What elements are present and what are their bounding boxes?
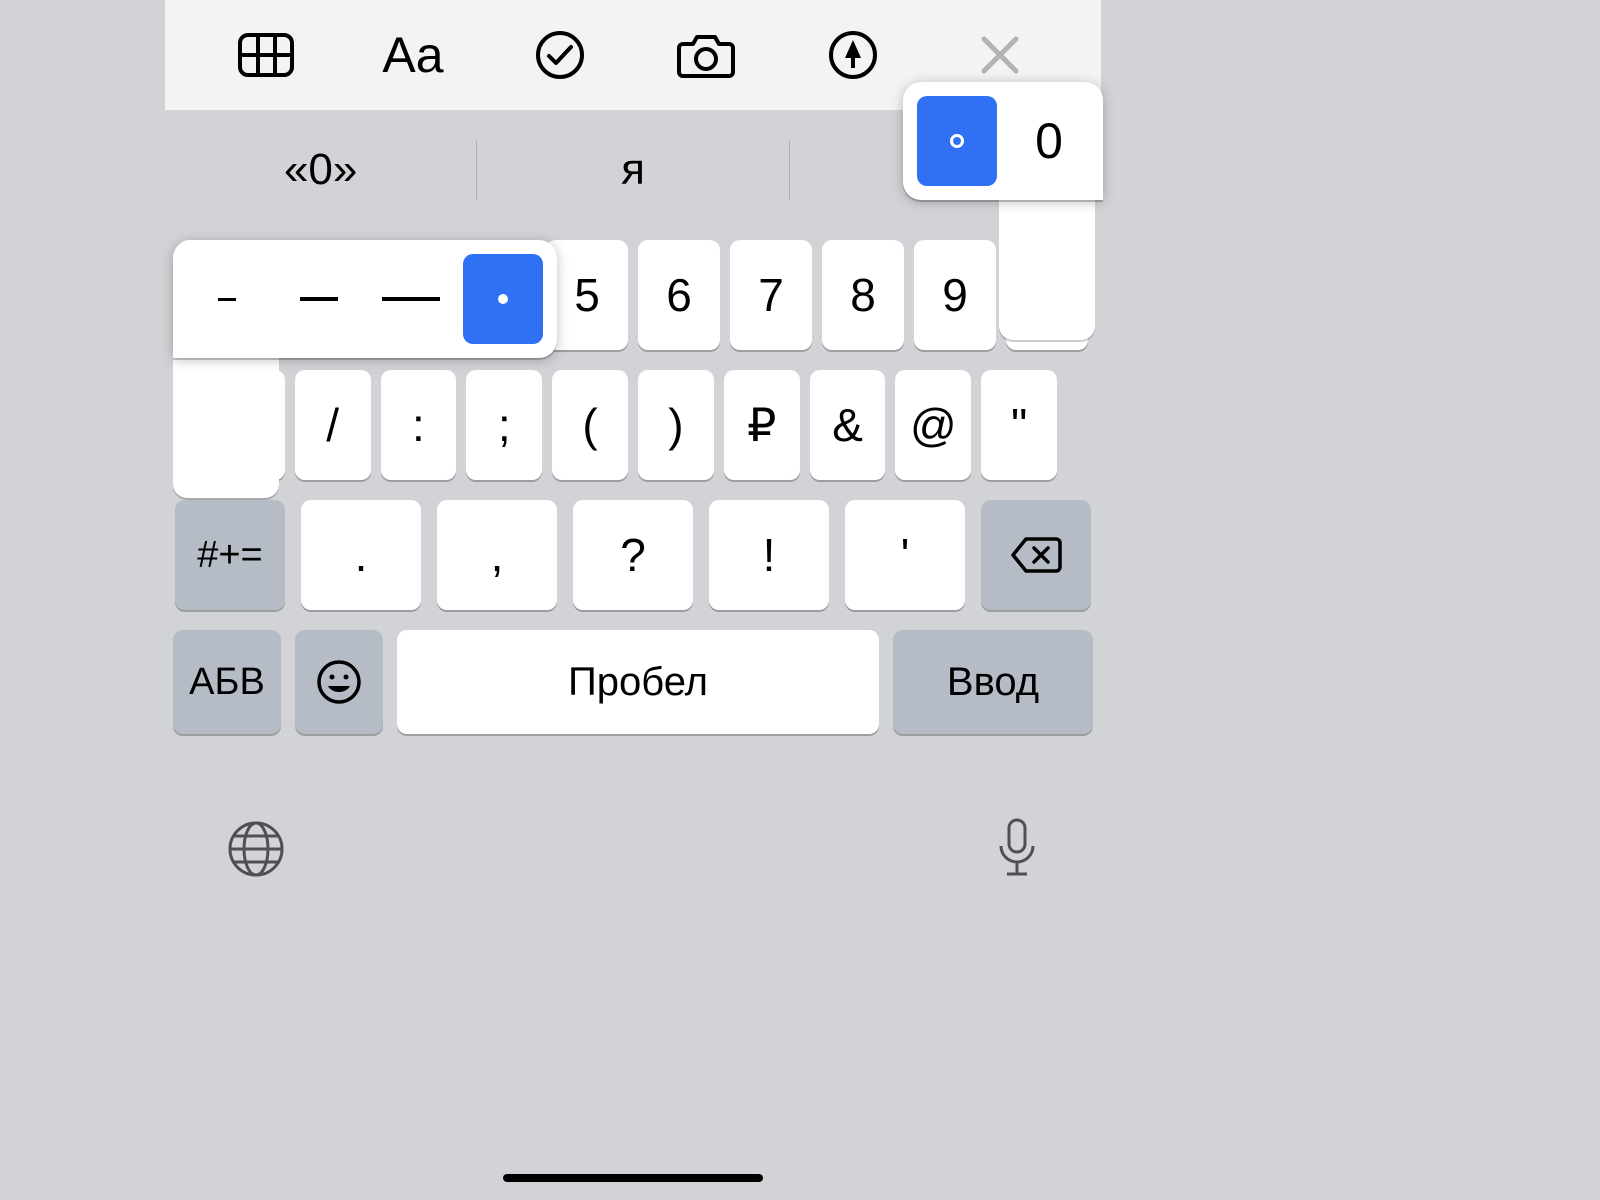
popup-option-degree[interactable]: [917, 96, 997, 186]
suggestion-left[interactable]: «0»: [165, 145, 476, 195]
key-comma[interactable]: ,: [437, 500, 557, 610]
key-switch-letters[interactable]: АБВ: [173, 630, 281, 734]
key-at[interactable]: @: [895, 370, 971, 480]
markup-pen-icon[interactable]: [823, 25, 883, 85]
key-9[interactable]: 9: [914, 240, 996, 350]
key-exclaim[interactable]: !: [709, 500, 829, 610]
key-space[interactable]: Пробел: [397, 630, 879, 734]
popup-option-zero[interactable]: 0: [1009, 96, 1089, 186]
key-7[interactable]: 7: [730, 240, 812, 350]
key-emoji[interactable]: [295, 630, 383, 734]
key-quote[interactable]: ": [981, 370, 1057, 480]
keyboard-row-3: #+= . , ? ! ': [173, 500, 1093, 610]
keyboard: 0 1 2 3 4 5 6 7 8 9 0 -: [165, 230, 1101, 774]
popup-stem: [999, 190, 1095, 340]
table-icon[interactable]: [236, 25, 296, 85]
key-paren-open[interactable]: (: [552, 370, 628, 480]
popup-option-hyphen[interactable]: [187, 254, 267, 344]
key-more-symbols[interactable]: #+=: [175, 500, 285, 610]
popup-option-bullet[interactable]: [463, 254, 543, 344]
key-slash[interactable]: /: [295, 370, 371, 480]
key-5[interactable]: 5: [546, 240, 628, 350]
backspace-icon: [1010, 536, 1062, 574]
keyboard-row-2: - / : ; ( ) ₽ & @ ": [173, 370, 1093, 480]
key-semicolon[interactable]: ;: [466, 370, 542, 480]
keyboard-row-4: АБВ Пробел Ввод: [173, 630, 1093, 734]
camera-icon[interactable]: [676, 25, 736, 85]
close-icon[interactable]: [970, 25, 1030, 85]
key-colon[interactable]: :: [381, 370, 457, 480]
longpress-popup-dash: [173, 240, 557, 358]
key-ruble[interactable]: ₽: [724, 370, 800, 480]
key-question[interactable]: ?: [573, 500, 693, 610]
emoji-icon: [315, 658, 363, 706]
popup-option-emdash[interactable]: [371, 254, 451, 344]
popup-stem: [173, 348, 279, 498]
text-format-icon[interactable]: Aa: [383, 25, 443, 85]
dictation-mic-icon[interactable]: [993, 816, 1041, 882]
key-apostrophe[interactable]: ': [845, 500, 965, 610]
globe-icon[interactable]: [225, 818, 287, 880]
system-row: [165, 774, 1101, 924]
key-period[interactable]: .: [301, 500, 421, 610]
key-ampersand[interactable]: &: [810, 370, 886, 480]
key-paren-close[interactable]: ): [638, 370, 714, 480]
key-6[interactable]: 6: [638, 240, 720, 350]
key-backspace[interactable]: [981, 500, 1091, 610]
key-8[interactable]: 8: [822, 240, 904, 350]
suggestion-separator: [789, 140, 790, 200]
longpress-popup-zero: 0: [903, 82, 1103, 200]
home-indicator: [503, 1174, 763, 1182]
checkmark-circle-icon[interactable]: [530, 25, 590, 85]
suggestion-center[interactable]: я: [477, 145, 788, 195]
keyboard-row-1: 1 2 3 4 5 6 7 8 9 0: [173, 240, 1093, 350]
popup-option-endash[interactable]: [279, 254, 359, 344]
key-enter[interactable]: Ввод: [893, 630, 1093, 734]
